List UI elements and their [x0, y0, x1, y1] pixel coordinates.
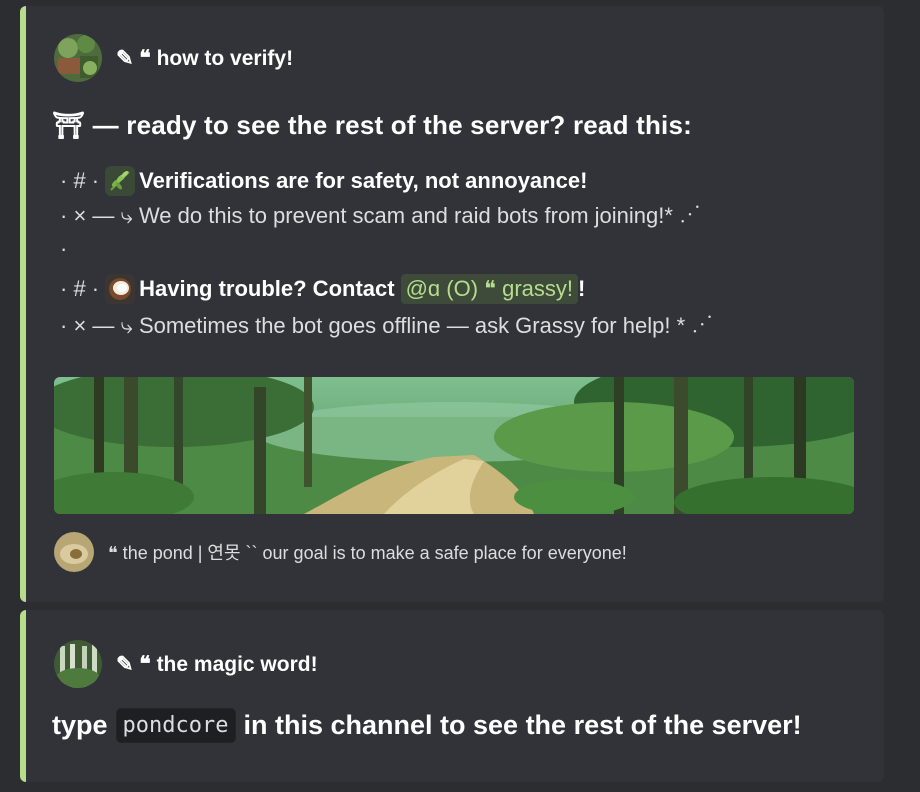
author-name[interactable]: ✎ ❝ how to verify! [116, 46, 293, 71]
rule-prefix: · # · [60, 168, 100, 193]
rule-line-5: · × — ⤷ Sometimes the bot goes offline —… [60, 313, 714, 338]
description-after: in this channel to see the rest of the s… [243, 710, 802, 740]
rule-line-4: · # · Having trouble? Contact @ɑ (O) ❝ g… [60, 274, 585, 304]
rule-prefix: · # · [60, 276, 100, 301]
embed-footer: ❝ the pond | 연못 `` our goal is to make a… [54, 532, 627, 572]
author-avatar[interactable] [54, 34, 102, 82]
rule-heading: Verifications are for safety, not annoya… [139, 168, 588, 193]
author-avatar[interactable] [54, 640, 102, 688]
embed-author: ✎ ❝ how to verify! [54, 34, 293, 82]
trouble-text: Having trouble? Contact [139, 276, 395, 301]
verify-embed: ✎ ❝ how to verify! ⛩ — ready to see the … [20, 6, 884, 602]
magic-word-embed: ✎ ❝ the magic word! type pondcore in thi… [20, 610, 884, 782]
herb-emoji-icon [105, 166, 136, 196]
embed-description: type pondcore in this channel to see the… [52, 708, 802, 743]
rule-line-1: · # · Verifications are for safety, not … [60, 166, 587, 196]
coconut-emoji-icon [105, 274, 136, 304]
footer-icon [54, 532, 94, 572]
user-mention[interactable]: @ɑ (O) ❝ grassy! [400, 274, 578, 304]
description-before: type [52, 710, 108, 740]
author-name[interactable]: ✎ ❝ the magic word! [116, 652, 318, 677]
inline-code[interactable]: pondcore [115, 708, 236, 743]
spacer-dot: · [60, 236, 68, 261]
footer-text: ❝ the pond | 연못 `` our goal is to make a… [108, 543, 627, 563]
rule-line-2: · × — ⤷ We do this to prevent scam and r… [60, 203, 702, 228]
embed-author: ✎ ❝ the magic word! [54, 640, 318, 688]
mention-suffix: ! [578, 276, 586, 301]
embed-title: ⛩ — ready to see the rest of the server?… [52, 110, 692, 140]
forest-path-image[interactable] [54, 377, 854, 514]
